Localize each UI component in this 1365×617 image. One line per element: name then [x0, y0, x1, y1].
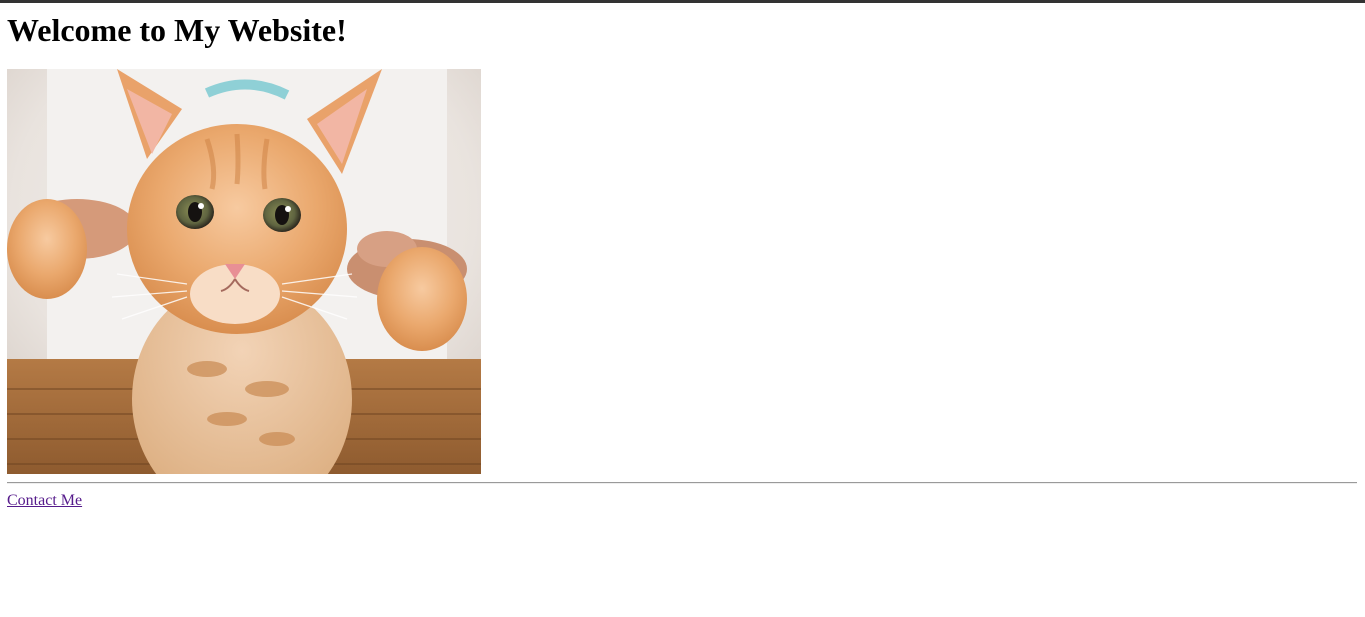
window-top-border [0, 0, 1365, 3]
horizontal-divider [7, 482, 1357, 484]
kitten-photo [7, 69, 481, 474]
contact-me-link[interactable]: Contact Me [7, 492, 82, 510]
page-title: Welcome to My Website! [7, 12, 347, 48]
